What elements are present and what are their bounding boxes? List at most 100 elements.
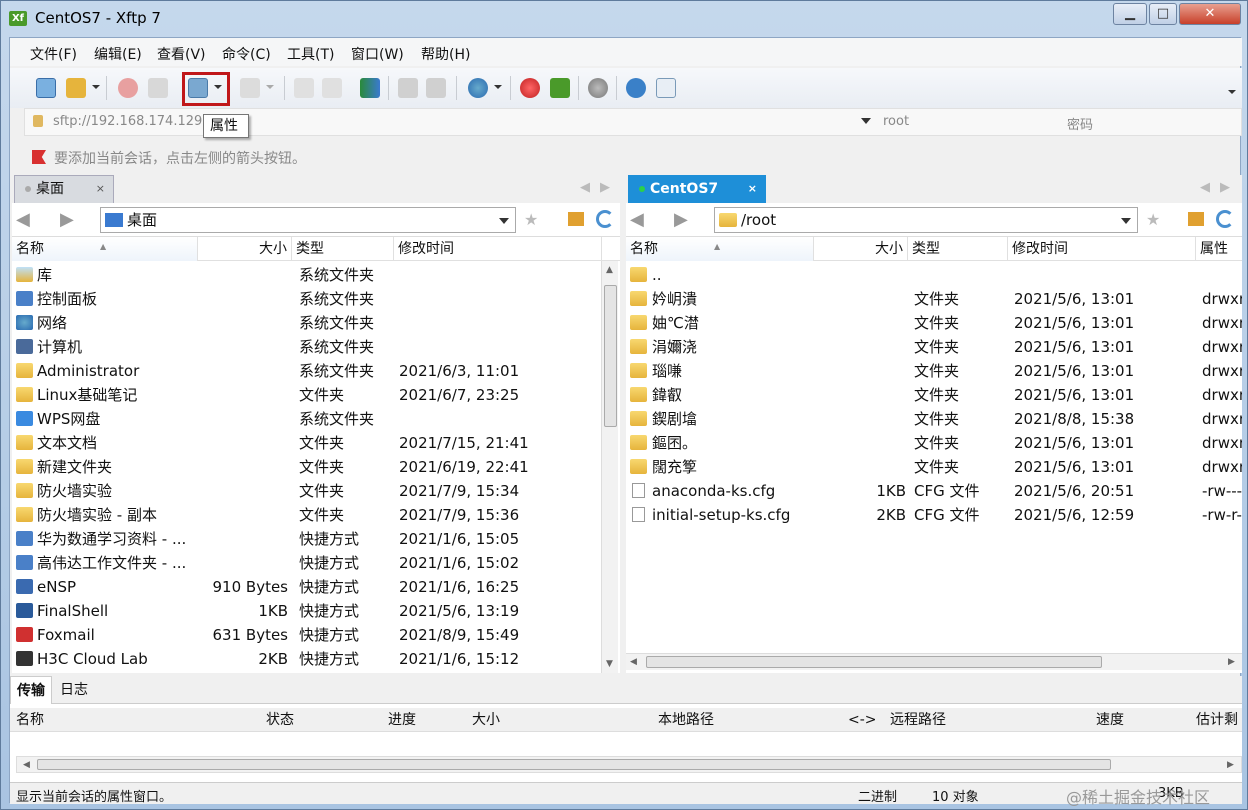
list-item[interactable]: 闊充箰 文件夹 2021/5/6, 13:01 drwxr bbox=[626, 455, 1242, 479]
globe-icon[interactable] bbox=[468, 78, 488, 98]
col-progress[interactable]: 进度 bbox=[388, 708, 416, 732]
list-item[interactable]: 控制面板 系统文件夹 bbox=[12, 287, 620, 311]
col-name[interactable]: ▲ 名称 bbox=[12, 237, 198, 261]
list-item[interactable]: 鍏叡 文件夹 2021/5/6, 13:01 drwxr bbox=[626, 383, 1242, 407]
list-item[interactable]: Linux基础笔记 文件夹 2021/6/7, 23:25 bbox=[12, 383, 620, 407]
list-item[interactable]: 高伟达工作文件夹 - ... 快捷方式 2021/1/6, 15:02 bbox=[12, 551, 620, 575]
list-item[interactable]: 防火墙实验 文件夹 2021/7/9, 15:34 bbox=[12, 479, 620, 503]
col-direction[interactable]: <-> bbox=[848, 708, 877, 732]
remote-hscrollbar[interactable]: ◀ ▶ bbox=[626, 653, 1242, 670]
menu-file[interactable]: 文件(F) bbox=[30, 44, 77, 64]
host-field[interactable]: sftp://192.168.174.129 bbox=[53, 114, 202, 129]
home-icon[interactable] bbox=[568, 212, 584, 226]
tab-desktop[interactable]: 桌面 × bbox=[14, 175, 114, 203]
transfer-icon[interactable] bbox=[240, 78, 260, 98]
tab-centos7[interactable]: CentOS7 × bbox=[628, 175, 766, 203]
scroll-down-icon[interactable]: ▼ bbox=[606, 659, 613, 669]
back-arrow-icon[interactable]: ◀ bbox=[16, 209, 30, 230]
home-icon[interactable] bbox=[1188, 212, 1204, 226]
forward-arrow-icon[interactable]: ▶ bbox=[674, 209, 688, 230]
tab-log[interactable]: 日志 bbox=[54, 676, 94, 704]
favorite-star-icon[interactable]: ★ bbox=[1146, 210, 1160, 229]
col-size[interactable]: 大小 bbox=[814, 237, 908, 261]
scroll-thumb[interactable] bbox=[604, 285, 617, 427]
path-dropdown-icon[interactable] bbox=[1121, 218, 1131, 224]
local-vscrollbar[interactable]: ▲ ▼ bbox=[601, 261, 618, 673]
list-item[interactable]: H3C Cloud Lab 2KB 快捷方式 2021/1/6, 15:12 bbox=[12, 647, 620, 671]
list-item[interactable]: 鏂囨。 文件夹 2021/5/6, 13:01 drwxr bbox=[626, 431, 1242, 455]
scroll-thumb[interactable] bbox=[646, 656, 1102, 668]
menu-edit[interactable]: 编辑(E) bbox=[94, 44, 142, 64]
host-dropdown-icon[interactable] bbox=[861, 118, 871, 124]
list-item[interactable]: 鍥剧墖 文件夹 2021/8/8, 15:38 drwxr bbox=[626, 407, 1242, 431]
menu-tools[interactable]: 工具(T) bbox=[287, 44, 334, 64]
username-field[interactable]: root bbox=[883, 114, 909, 129]
favorite-star-icon[interactable]: ★ bbox=[524, 210, 538, 229]
list-item[interactable]: initial-setup-ks.cfg 2KB CFG 文件 2021/5/6… bbox=[626, 503, 1242, 527]
refresh-icon[interactable] bbox=[596, 210, 614, 228]
list-item[interactable]: 华为数通学习资料 - ... 快捷方式 2021/1/6, 15:05 bbox=[12, 527, 620, 551]
log-icon[interactable] bbox=[426, 78, 446, 98]
transfer-dropdown-icon[interactable] bbox=[266, 85, 274, 89]
tab-scroll-right-icon[interactable]: ▶ bbox=[1220, 180, 1230, 195]
list-item[interactable]: 瑙嗛 文件夹 2021/5/6, 13:01 drwxr bbox=[626, 359, 1242, 383]
list-item[interactable]: .. bbox=[626, 263, 1242, 287]
refresh-icon[interactable] bbox=[1216, 210, 1234, 228]
col-modified[interactable]: 修改时间 bbox=[394, 237, 602, 261]
col-type[interactable]: 类型 bbox=[292, 237, 394, 261]
col-size[interactable]: 大小 bbox=[472, 708, 500, 732]
list-item[interactable]: Foxmail 631 Bytes 快捷方式 2021/8/9, 15:49 bbox=[12, 623, 620, 647]
list-item[interactable]: Administrator 系统文件夹 2021/6/3, 11:01 bbox=[12, 359, 620, 383]
scroll-left-icon[interactable]: ◀ bbox=[630, 657, 637, 667]
list-item[interactable]: 妗岄潰 文件夹 2021/5/6, 13:01 drwxr bbox=[626, 287, 1242, 311]
open-dropdown-icon[interactable] bbox=[92, 85, 100, 89]
menu-view[interactable]: 查看(V) bbox=[157, 44, 206, 64]
col-modified[interactable]: 修改时间 bbox=[1008, 237, 1196, 261]
col-eta[interactable]: 估计剩 bbox=[1196, 708, 1242, 732]
tab-close-icon[interactable]: × bbox=[96, 176, 105, 202]
list-item[interactable]: 文本文档 文件夹 2021/7/15, 21:41 bbox=[12, 431, 620, 455]
transfer-hscrollbar[interactable]: ◀ ▶ bbox=[16, 756, 1242, 773]
title-bar[interactable]: Xf CentOS7 - Xftp 7 ▁ □ ✕ bbox=[1, 1, 1248, 37]
col-name[interactable]: 名称 bbox=[16, 708, 44, 732]
open-folder-icon[interactable] bbox=[66, 78, 86, 98]
list-item[interactable]: 涓嬭浇 文件夹 2021/5/6, 13:01 drwxr bbox=[626, 335, 1242, 359]
tab-close-icon[interactable]: × bbox=[748, 176, 757, 202]
queue-icon[interactable] bbox=[398, 78, 418, 98]
scroll-right-icon[interactable]: ▶ bbox=[1227, 760, 1234, 770]
bookmark-flag-icon[interactable] bbox=[32, 150, 46, 164]
col-status[interactable]: 状态 bbox=[266, 708, 294, 732]
xftp-icon[interactable] bbox=[550, 78, 570, 98]
password-field[interactable]: 密码 bbox=[1067, 114, 1093, 133]
reconnect-icon[interactable] bbox=[148, 78, 168, 98]
col-type[interactable]: 类型 bbox=[908, 237, 1008, 261]
scroll-thumb[interactable] bbox=[37, 759, 1111, 770]
list-item[interactable]: 库 系统文件夹 bbox=[12, 263, 620, 287]
sync-icon[interactable] bbox=[360, 78, 380, 98]
menu-help[interactable]: 帮助(H) bbox=[421, 44, 470, 64]
chat-icon[interactable] bbox=[656, 78, 676, 98]
disconnect-icon[interactable] bbox=[118, 78, 138, 98]
back-arrow-icon[interactable]: ◀ bbox=[630, 209, 644, 230]
list-item[interactable]: 防火墙实验 - 副本 文件夹 2021/7/9, 15:36 bbox=[12, 503, 620, 527]
col-size[interactable]: 大小 bbox=[198, 237, 292, 261]
col-local-path[interactable]: 本地路径 bbox=[658, 708, 714, 732]
forward-arrow-icon[interactable]: ▶ bbox=[60, 209, 74, 230]
menu-command[interactable]: 命令(C) bbox=[222, 44, 271, 64]
col-speed[interactable]: 速度 bbox=[1096, 708, 1124, 732]
copy-icon[interactable] bbox=[294, 78, 314, 98]
help-icon[interactable] bbox=[626, 78, 646, 98]
scroll-left-icon[interactable]: ◀ bbox=[23, 760, 30, 770]
close-button[interactable]: ✕ bbox=[1179, 3, 1241, 25]
local-path-combo[interactable]: 桌面 bbox=[100, 207, 516, 233]
paste-icon[interactable] bbox=[322, 78, 342, 98]
path-dropdown-icon[interactable] bbox=[499, 218, 509, 224]
list-item[interactable]: 网络 系统文件夹 bbox=[12, 311, 620, 335]
menu-window[interactable]: 窗口(W) bbox=[351, 44, 404, 64]
encoding-dropdown-icon[interactable] bbox=[494, 85, 502, 89]
toolbar-overflow-icon[interactable] bbox=[1228, 90, 1236, 94]
minimize-button[interactable]: ▁ bbox=[1113, 3, 1147, 25]
list-item[interactable]: anaconda-ks.cfg 1KB CFG 文件 2021/5/6, 20:… bbox=[626, 479, 1242, 503]
settings-gear-icon[interactable] bbox=[588, 78, 608, 98]
col-attributes[interactable]: 属性 bbox=[1196, 237, 1242, 261]
